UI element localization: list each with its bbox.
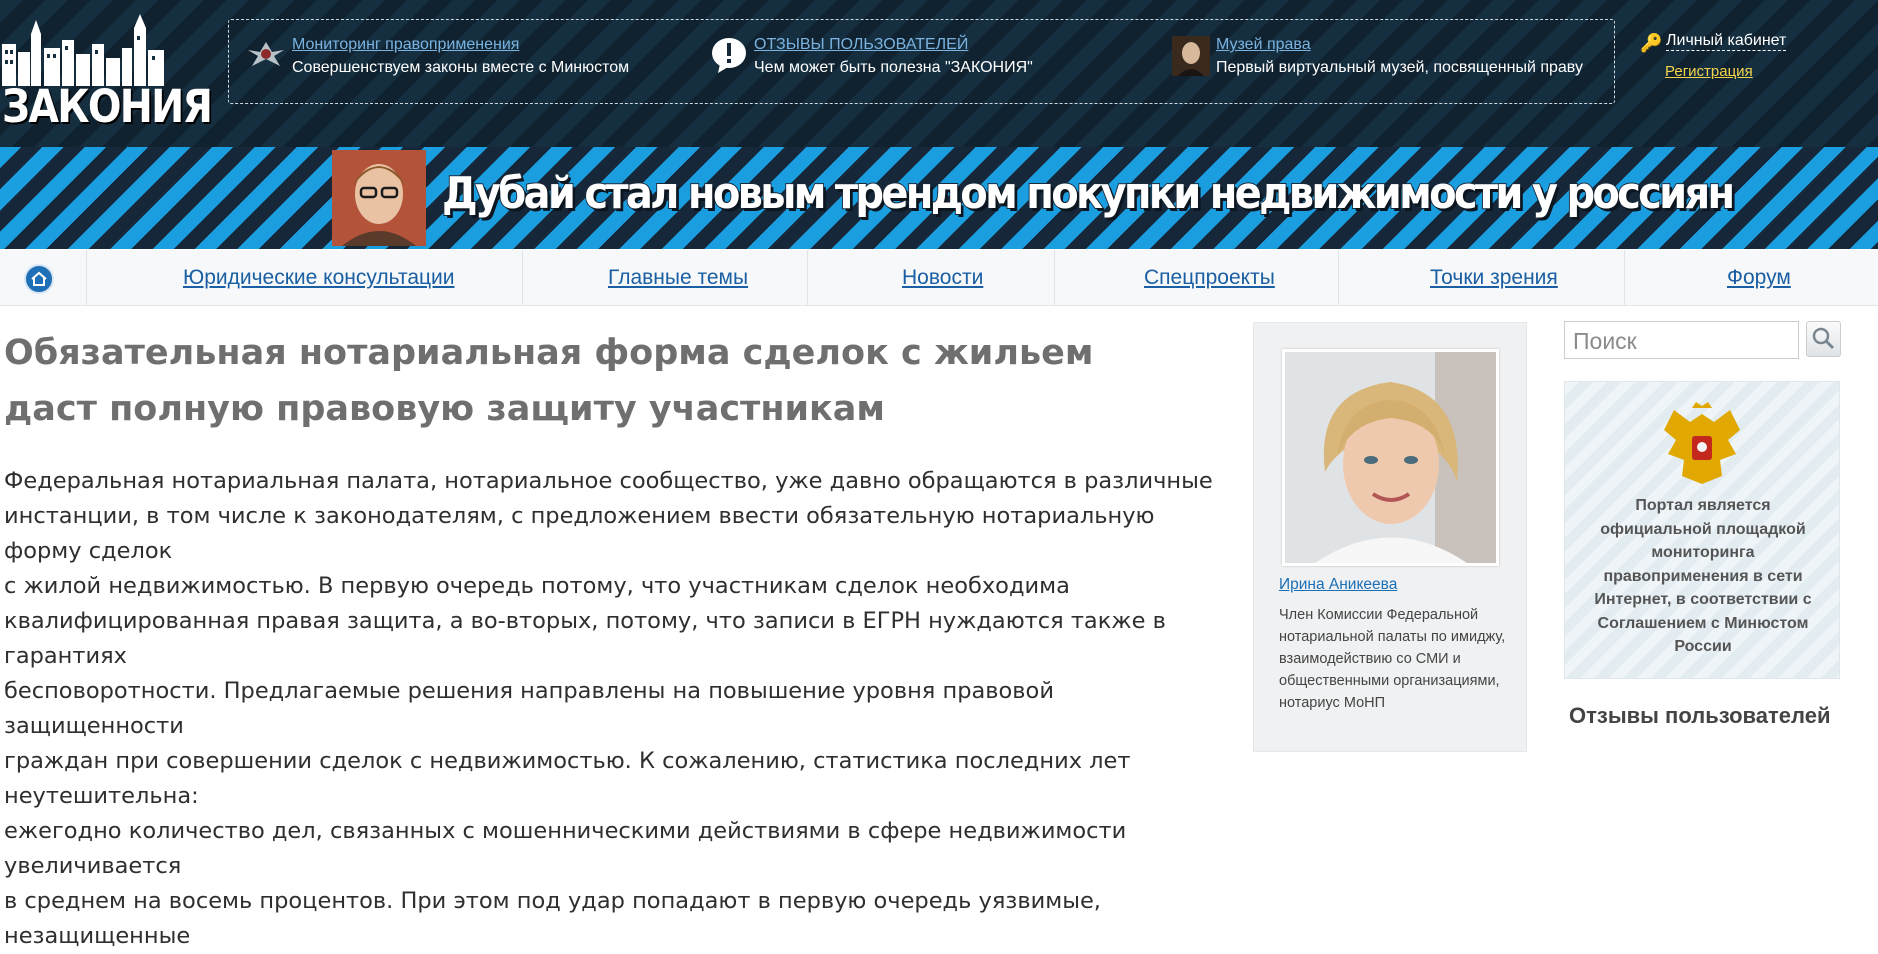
person-photo-icon <box>332 150 426 246</box>
nav-divider <box>807 250 808 306</box>
nav-divider <box>1338 250 1339 306</box>
personal-cabinet-link[interactable]: Личный кабинет <box>1666 31 1787 51</box>
article-line: ежегодно количество дел, связанных с мош… <box>4 818 1127 879</box>
author-photo[interactable] <box>1282 349 1499 566</box>
key-icon: 🔑 <box>1640 33 1663 53</box>
city-skyline-icon <box>2 14 164 86</box>
article-line: квалифицированная правая защита, а во-вт… <box>4 608 1166 669</box>
info-subtitle-museum: Первый виртуальный музей, посвященный пр… <box>1216 59 1583 76</box>
info-link-monitoring[interactable]: Мониторинг правоприменения <box>292 36 519 54</box>
nav-item-viewpoints[interactable]: Точки зрения <box>1430 266 1558 290</box>
home-icon <box>31 271 47 286</box>
nav-item-main-topics[interactable]: Главные темы <box>608 266 748 290</box>
russian-coat-of-arms-icon <box>1664 402 1740 484</box>
banner-photo[interactable] <box>332 150 426 246</box>
author-role: Член Комиссии Федеральной нотариальной п… <box>1279 607 1506 711</box>
nav-item-legal-consultations[interactable]: Юридические консультации <box>183 266 455 290</box>
nav-item-forum[interactable]: Форум <box>1727 266 1791 290</box>
search-icon <box>1812 327 1835 350</box>
article-line: инстанции, в том числе к законодателям, … <box>4 503 1155 564</box>
info-link-reviews[interactable]: ОТЗЫВЫ ПОЛЬЗОВАТЕЛЕЙ <box>754 36 968 54</box>
nav-divider <box>1054 250 1055 306</box>
ministry-emblem-icon <box>248 42 284 66</box>
search-button[interactable] <box>1806 321 1841 357</box>
article-title: Обязательная нотариальная форма сделок с… <box>4 333 1094 429</box>
site-logo[interactable]: ЗАКОНИЯ <box>0 14 213 133</box>
portal-info-text: Портал является официальной площадкой мо… <box>1594 497 1812 655</box>
nav-item-news[interactable]: Новости <box>902 266 983 290</box>
site-logo-text[interactable]: ЗАКОНИЯ <box>2 80 213 133</box>
reviews-heading: Отзывы пользователей <box>1569 703 1831 728</box>
article-line: бесповоротности. Предлагаемые решения на… <box>4 678 1054 739</box>
info-subtitle-monitoring: Совершенствуем законы вместе с Минюстом <box>292 59 630 76</box>
article-line: граждан при совершении сделок с недвижим… <box>4 748 1131 809</box>
article-line: в среднем на восемь процентов. При этом … <box>4 888 1101 949</box>
register-link[interactable]: Регистрация <box>1665 63 1753 80</box>
nav-item-special-projects[interactable]: Спецпроекты <box>1144 266 1275 290</box>
author-name-link[interactable]: Ирина Аникеева <box>1279 576 1397 594</box>
nav-divider <box>1624 250 1625 306</box>
info-link-museum[interactable]: Музей права <box>1216 36 1311 54</box>
nav-divider <box>86 250 87 306</box>
article-line: Федеральная нотариальная палата, нотариа… <box>4 468 1213 494</box>
author-portrait-icon <box>1285 352 1496 563</box>
exclamation-bubble-icon <box>712 38 746 73</box>
nav-divider <box>522 250 523 306</box>
museum-portrait-icon <box>1172 36 1210 76</box>
banner-headline[interactable]: Дубай стал новым трендом покупки недвижи… <box>441 167 1736 220</box>
article-line: с жилой недвижимостью. В первую очередь … <box>4 573 1070 599</box>
search-placeholder: Поиск <box>1573 328 1637 354</box>
search-input[interactable]: Поиск <box>1564 321 1799 359</box>
home-button[interactable] <box>24 264 54 294</box>
article-body: Федеральная нотариальная палата, нотариа… <box>4 464 1234 954</box>
info-subtitle-reviews: Чем может быть полезна "ЗАКОНИЯ" <box>754 59 1033 76</box>
